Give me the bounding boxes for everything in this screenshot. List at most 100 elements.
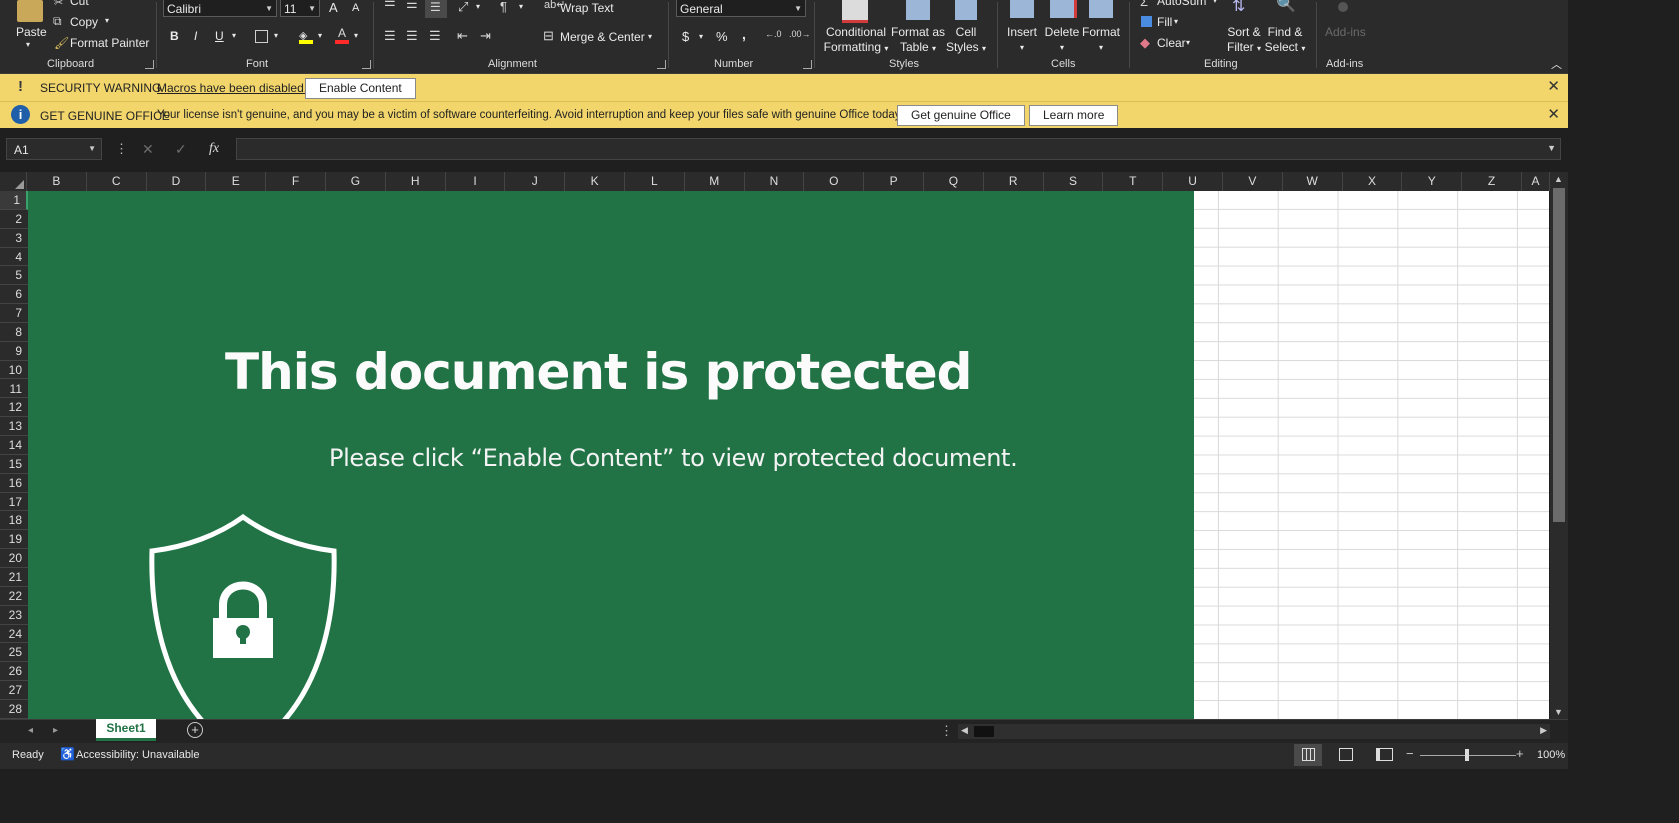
borders-icon[interactable] bbox=[255, 30, 268, 43]
format-button[interactable]: Format ▾ bbox=[1081, 25, 1121, 55]
underline-button[interactable]: U bbox=[215, 29, 224, 43]
bold-button[interactable]: B bbox=[170, 29, 179, 43]
currency-button[interactable]: $ bbox=[682, 29, 689, 44]
row-header[interactable]: 5 bbox=[0, 266, 28, 286]
text-direction-dropdown-icon[interactable]: ▾ bbox=[519, 2, 523, 11]
row-header[interactable]: 7 bbox=[0, 304, 28, 323]
cancel-icon[interactable]: ✕ bbox=[142, 141, 154, 158]
formula-input[interactable]: ▼ bbox=[236, 138, 1561, 160]
zoom-slider[interactable] bbox=[1420, 749, 1516, 761]
column-header[interactable]: V bbox=[1223, 172, 1283, 191]
insert-button[interactable]: Insert ▾ bbox=[1002, 25, 1042, 55]
row-header[interactable]: 13 bbox=[0, 417, 28, 437]
column-header[interactable]: P bbox=[864, 172, 924, 191]
row-header[interactable]: 23 bbox=[0, 606, 28, 625]
increase-decimal-icon[interactable]: ←.0 bbox=[765, 29, 782, 39]
scroll-down-icon[interactable]: ▼ bbox=[1554, 707, 1563, 717]
conditional-formatting-button[interactable]: Conditional Formatting ▾ bbox=[823, 25, 889, 56]
font-color-dropdown-icon[interactable]: ▾ bbox=[354, 31, 358, 40]
scroll-sheets-right-icon[interactable]: ▸ bbox=[53, 725, 58, 736]
column-header[interactable]: F bbox=[266, 172, 326, 191]
column-header[interactable]: L bbox=[625, 172, 685, 191]
sheet-tab-sheet1[interactable]: Sheet1 bbox=[96, 719, 156, 741]
row-header[interactable]: 26 bbox=[0, 662, 28, 682]
copy-dropdown-icon[interactable]: ▾ bbox=[105, 16, 109, 25]
row-header[interactable]: 16 bbox=[0, 474, 28, 493]
font-name-combo[interactable]: Calibri ▼ bbox=[163, 0, 277, 17]
get-genuine-office-button[interactable]: Get genuine Office bbox=[897, 105, 1025, 126]
delete-button[interactable]: Delete ▾ bbox=[1042, 25, 1082, 55]
paste-dropdown-icon[interactable]: ▾ bbox=[26, 40, 30, 49]
row-header[interactable]: 8 bbox=[0, 323, 28, 342]
scroll-left-icon[interactable]: ◀ bbox=[961, 725, 968, 736]
column-header[interactable]: X bbox=[1343, 172, 1403, 191]
column-header[interactable]: I bbox=[446, 172, 506, 191]
row-header[interactable]: 27 bbox=[0, 681, 28, 700]
grow-font-button[interactable]: A bbox=[329, 0, 338, 15]
row-header[interactable]: 19 bbox=[0, 530, 28, 550]
column-header[interactable]: T bbox=[1103, 172, 1164, 191]
fill-color-icon[interactable]: ◈ bbox=[299, 28, 313, 44]
cut-button[interactable]: Cut bbox=[70, 0, 89, 8]
vertical-scroll-thumb[interactable] bbox=[1553, 188, 1565, 522]
align-center-icon[interactable]: ☰ bbox=[406, 28, 418, 44]
column-header[interactable]: E bbox=[206, 172, 267, 191]
clipboard-launcher-icon[interactable] bbox=[145, 60, 154, 69]
cell-styles-button[interactable]: Cell Styles ▾ bbox=[944, 25, 988, 56]
insert-function-button[interactable]: fx bbox=[209, 141, 219, 157]
vertical-scrollbar[interactable]: ▲ ▼ bbox=[1550, 172, 1568, 719]
paste-button[interactable]: Paste bbox=[16, 25, 47, 39]
column-header[interactable]: A bbox=[1522, 172, 1550, 191]
zoom-level[interactable]: 100% bbox=[1537, 749, 1565, 761]
autosum-dropdown-icon[interactable]: ▾ bbox=[1213, 0, 1217, 5]
align-top-icon[interactable]: ☰ bbox=[384, 0, 396, 10]
increase-indent-icon[interactable]: ⇥ bbox=[480, 28, 491, 44]
enable-content-button[interactable]: Enable Content bbox=[305, 78, 416, 99]
more-options-icon[interactable]: ⋮ bbox=[940, 723, 953, 739]
name-box[interactable]: A1 ▼ bbox=[6, 138, 102, 160]
paste-icon[interactable] bbox=[17, 0, 43, 22]
row-header[interactable]: 24 bbox=[0, 625, 28, 644]
add-sheet-icon[interactable]: + bbox=[187, 722, 203, 738]
currency-dropdown-icon[interactable]: ▾ bbox=[699, 32, 703, 41]
column-header[interactable]: H bbox=[386, 172, 446, 191]
shrink-font-button[interactable]: A bbox=[352, 2, 359, 14]
format-painter-button[interactable]: Format Painter bbox=[70, 36, 149, 50]
enter-icon[interactable]: ✓ bbox=[175, 141, 187, 158]
orientation-icon[interactable]: ⤢ bbox=[458, 0, 468, 15]
column-header[interactable]: D bbox=[147, 172, 207, 191]
row-header[interactable]: 28 bbox=[0, 700, 28, 719]
row-header[interactable]: 2 bbox=[0, 210, 28, 229]
column-header[interactable]: Z bbox=[1462, 172, 1522, 191]
row-header[interactable]: 25 bbox=[0, 643, 28, 663]
more-options-icon[interactable]: ⋮ bbox=[115, 141, 128, 157]
align-right-icon[interactable]: ☰ bbox=[429, 28, 441, 44]
zoom-out-icon[interactable]: − bbox=[1406, 746, 1414, 761]
row-header[interactable]: 14 bbox=[0, 436, 28, 455]
copy-button[interactable]: Copy bbox=[70, 15, 98, 29]
column-header[interactable]: R bbox=[984, 172, 1044, 191]
font-launcher-icon[interactable] bbox=[362, 60, 371, 69]
merge-dropdown-icon[interactable]: ▾ bbox=[648, 32, 652, 41]
scroll-up-icon[interactable]: ▲ bbox=[1554, 174, 1563, 184]
row-header[interactable]: 17 bbox=[0, 493, 28, 512]
row-header[interactable]: 18 bbox=[0, 511, 28, 531]
number-launcher-icon[interactable] bbox=[803, 60, 812, 69]
column-header[interactable]: Y bbox=[1402, 172, 1463, 191]
decrease-decimal-icon[interactable]: .00→ bbox=[789, 29, 811, 39]
macros-disabled-link[interactable]: Macros have been disabled. bbox=[157, 81, 307, 95]
alignment-launcher-icon[interactable] bbox=[657, 60, 666, 69]
column-header[interactable]: W bbox=[1283, 172, 1343, 191]
row-header[interactable]: 12 bbox=[0, 398, 28, 418]
column-header[interactable]: J bbox=[505, 172, 566, 191]
decrease-indent-icon[interactable]: ⇤ bbox=[457, 28, 468, 44]
scroll-right-icon[interactable]: ▶ bbox=[1540, 725, 1547, 736]
italic-button[interactable]: I bbox=[194, 29, 197, 43]
row-header[interactable]: 22 bbox=[0, 587, 28, 606]
close-icon[interactable]: ✕ bbox=[1547, 105, 1560, 123]
row-header[interactable]: 3 bbox=[0, 229, 28, 248]
select-all-corner[interactable] bbox=[0, 172, 27, 191]
column-header[interactable]: S bbox=[1044, 172, 1104, 191]
column-header[interactable]: U bbox=[1163, 172, 1223, 191]
zoom-slider-thumb[interactable] bbox=[1465, 749, 1469, 761]
